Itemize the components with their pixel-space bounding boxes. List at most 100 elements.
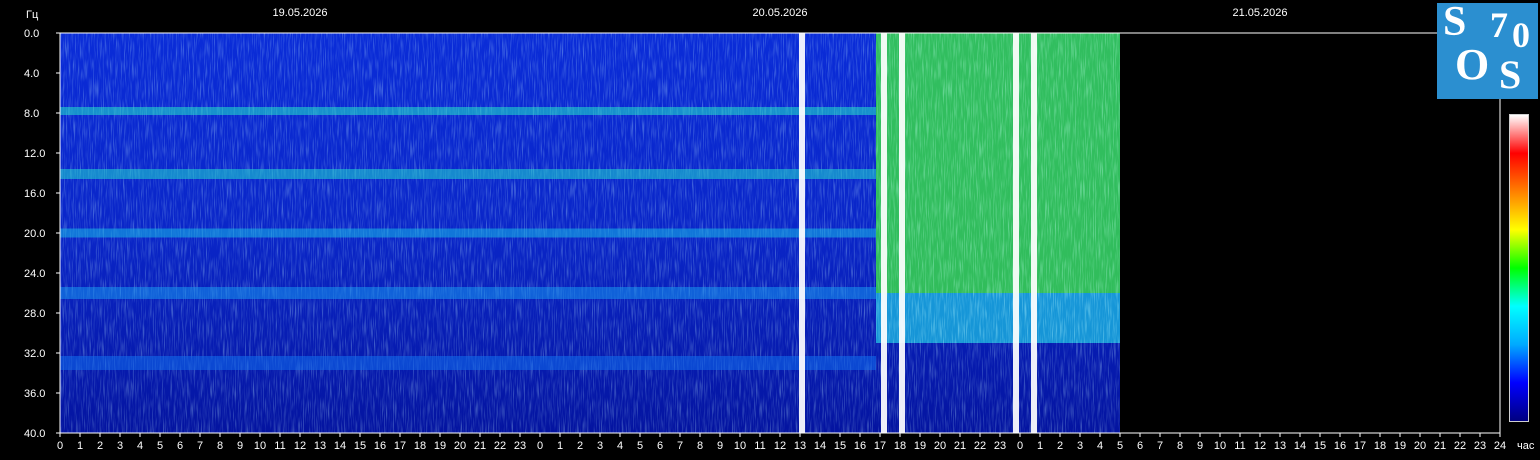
x-tick-label: 14 [334, 440, 346, 452]
x-tick-label: 16 [374, 440, 386, 452]
y-tick-label: 0.0 [24, 28, 39, 40]
x-tick-label: 4 [137, 440, 143, 452]
x-tick-label: 20 [1414, 440, 1426, 452]
saturated-spike [881, 33, 887, 433]
logo-letter-0: 0 [1512, 15, 1530, 55]
x-tick-label: 18 [414, 440, 426, 452]
x-tick-label: 11 [754, 440, 765, 452]
y-tick-label: 4.0 [24, 68, 39, 80]
date-label: 19.05.2026 [272, 7, 327, 19]
x-tick-label: 2 [577, 440, 583, 452]
x-tick-label: 0 [1017, 440, 1023, 452]
x-tick-label: 4 [617, 440, 623, 452]
intense-activity-noise [876, 33, 1120, 343]
y-tick-label: 8.0 [24, 108, 39, 120]
saturated-spike [1013, 33, 1019, 433]
x-tick-label: 4 [1097, 440, 1103, 452]
logo-letter-o: O [1455, 40, 1490, 89]
x-tick-label: 5 [157, 440, 163, 452]
x-tick-label: 9 [717, 440, 723, 452]
x-tick-label: 2 [97, 440, 103, 452]
y-tick-label: 28.0 [24, 308, 45, 320]
x-tick-label: 1 [1037, 440, 1043, 452]
x-tick-label: 23 [994, 440, 1006, 452]
resonance-band [60, 107, 876, 115]
saturated-spike [799, 33, 805, 433]
y-tick-label: 36.0 [24, 388, 45, 400]
x-tick-label: 8 [697, 440, 703, 452]
x-tick-label: 12 [1254, 440, 1266, 452]
y-tick-label: 12.0 [24, 148, 45, 160]
x-tick-label: 20 [454, 440, 466, 452]
logo-letter-s1: S [1443, 0, 1467, 45]
date-label: 20.05.2026 [752, 7, 807, 19]
x-tick-label: 8 [217, 440, 223, 452]
x-tick-label: 20 [934, 440, 946, 452]
y-tick-label: 32.0 [24, 348, 45, 360]
x-tick-label: 22 [494, 440, 506, 452]
y-tick-label: 20.0 [24, 228, 45, 240]
logo-letter-7: 7 [1490, 5, 1508, 45]
x-tick-label: 5 [1117, 440, 1123, 452]
x-tick-label: 0 [57, 440, 63, 452]
x-tick-label: 23 [1474, 440, 1486, 452]
x-tick-label: 19 [434, 440, 446, 452]
x-tick-label: 6 [1137, 440, 1143, 452]
y-tick-label: 40.0 [24, 428, 45, 440]
x-tick-label: 17 [1354, 440, 1366, 452]
x-tick-label: 21 [954, 440, 966, 452]
x-tick-label: 7 [677, 440, 683, 452]
x-tick-label: 13 [1274, 440, 1286, 452]
x-tick-label: 3 [117, 440, 123, 452]
resonance-band [60, 169, 876, 179]
y-tick-label: 24.0 [24, 268, 45, 280]
x-tick-label: 19 [914, 440, 926, 452]
x-tick-label: 12 [294, 440, 306, 452]
x-tick-label: 23 [514, 440, 526, 452]
x-tick-label: 11 [274, 440, 285, 452]
x-axis-unit-label: час [1517, 440, 1535, 452]
x-tick-label: 9 [1197, 440, 1203, 452]
x-tick-label: 10 [1214, 440, 1226, 452]
x-tick-label: 1 [77, 440, 83, 452]
x-tick-label: 22 [1454, 440, 1466, 452]
x-tick-label: 19 [1394, 440, 1406, 452]
x-tick-label: 2 [1057, 440, 1063, 452]
saturated-spike [899, 33, 905, 433]
resonance-band [60, 356, 876, 370]
x-tick-label: 13 [794, 440, 806, 452]
y-axis-label: Гц [26, 9, 39, 21]
spectrogram-plot-area [60, 33, 1120, 433]
x-tick-label: 15 [354, 440, 366, 452]
x-tick-label: 8 [1177, 440, 1183, 452]
x-tick-label: 18 [894, 440, 906, 452]
x-tick-label: 17 [394, 440, 406, 452]
x-tick-label: 16 [1334, 440, 1346, 452]
x-tick-label: 1 [557, 440, 563, 452]
logo-letter-s2: S [1499, 52, 1522, 97]
x-tick-label: 12 [774, 440, 786, 452]
x-tick-label: 3 [1077, 440, 1083, 452]
x-tick-label: 10 [254, 440, 266, 452]
x-tick-label: 24 [1494, 440, 1506, 452]
saturated-spike [1031, 33, 1037, 433]
x-tick-label: 22 [974, 440, 986, 452]
x-tick-label: 7 [1157, 440, 1163, 452]
x-tick-label: 5 [637, 440, 643, 452]
resonance-band [60, 287, 876, 299]
x-tick-label: 7 [197, 440, 203, 452]
resonance-band [60, 228, 876, 238]
x-tick-label: 16 [854, 440, 866, 452]
x-tick-label: 21 [1434, 440, 1446, 452]
y-tick-label: 16.0 [24, 188, 45, 200]
x-tick-label: 13 [314, 440, 326, 452]
x-tick-label: 0 [537, 440, 543, 452]
x-tick-label: 21 [474, 440, 486, 452]
color-scale-bar [1509, 114, 1529, 422]
sos70-logo: S 7 0 O S [1437, 0, 1538, 99]
x-tick-label: 6 [177, 440, 183, 452]
x-tick-label: 15 [1314, 440, 1326, 452]
x-tick-label: 18 [1374, 440, 1386, 452]
x-tick-label: 3 [597, 440, 603, 452]
spectrogram-chart: Гц 0.0 4.0 8.0 12.0 16.0 20.0 24.0 28.0 32.0 36.0 4… [24, 7, 1535, 452]
